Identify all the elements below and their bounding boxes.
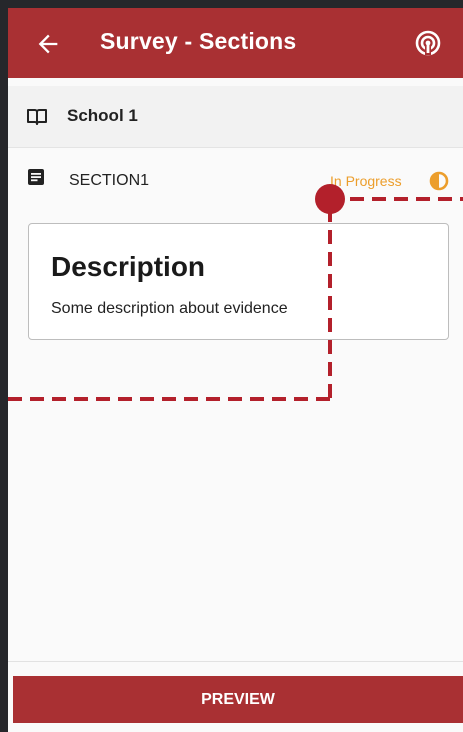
- book-open-icon: [27, 109, 47, 125]
- section-row[interactable]: SECTION1 In Progress: [8, 149, 463, 211]
- card-title: Description: [51, 251, 206, 282]
- section-name: SECTION1: [69, 172, 150, 189]
- status-label: In Progress: [330, 173, 402, 189]
- broadcast-icon[interactable]: [413, 28, 443, 58]
- app-screen: Survey - Sections School 1 SECTION1 In P…: [8, 8, 463, 732]
- school-name: School 1: [67, 106, 138, 125]
- half-circle-icon: [429, 171, 449, 191]
- document-icon: [28, 169, 44, 185]
- school-row[interactable]: School 1: [8, 86, 463, 148]
- page-title: Survey - Sections: [100, 28, 297, 54]
- back-arrow-icon[interactable]: [34, 30, 62, 58]
- divider: [8, 661, 463, 662]
- card-description: Some description about evidence: [51, 300, 288, 317]
- app-bar: Survey - Sections: [8, 8, 463, 78]
- preview-button[interactable]: PREVIEW: [13, 676, 463, 723]
- description-card: Description Some description about evide…: [28, 223, 449, 340]
